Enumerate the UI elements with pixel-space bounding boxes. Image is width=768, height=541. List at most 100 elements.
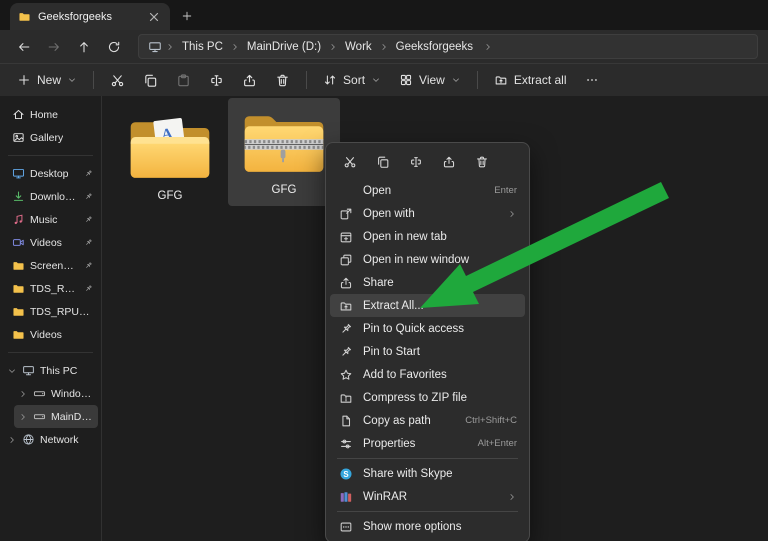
sidebar-tree-item[interactable]: Windows (C:) xyxy=(14,382,98,405)
this-pc-icon xyxy=(148,40,162,54)
sidebar-item[interactable]: Downloads xyxy=(3,185,98,208)
sort-button-label: Sort xyxy=(343,73,365,87)
extract-all-label: Extract all xyxy=(514,73,567,87)
new-window-icon xyxy=(338,252,353,267)
paste-button[interactable] xyxy=(168,67,199,94)
chevron-right-icon[interactable] xyxy=(18,389,28,399)
chevron-down-icon[interactable] xyxy=(7,366,17,376)
sidebar-item[interactable]: TDS_RPU_5.1 xyxy=(3,277,98,300)
context-menu-item[interactable]: Pin to Quick access xyxy=(330,317,525,340)
sidebar-item[interactable]: Music xyxy=(3,208,98,231)
folder-icon xyxy=(12,282,25,295)
context-menu-item[interactable]: Copy as path Ctrl+Shift+C xyxy=(330,409,525,432)
up-button[interactable] xyxy=(70,34,97,60)
back-arrow-icon xyxy=(17,40,31,54)
extract-all-button[interactable]: Extract all xyxy=(486,67,575,94)
navigation-bar: This PC MainDrive (D:) Work Geeksforgeek… xyxy=(0,30,768,63)
address-bar[interactable]: This PC MainDrive (D:) Work Geeksforgeek… xyxy=(138,34,758,59)
toolbar-separator xyxy=(306,71,307,89)
sidebar-item[interactable]: TDS_RPU_5.0 xyxy=(3,300,98,323)
back-button[interactable] xyxy=(10,34,37,60)
folder-icon xyxy=(12,305,25,318)
document-folder-icon: A xyxy=(124,113,216,187)
see-more-button[interactable] xyxy=(577,67,607,94)
context-menu-items: Open Enter Open with Open in new tab Op xyxy=(330,179,525,538)
breadcrumb-item[interactable]: MainDrive (D:) xyxy=(243,40,325,54)
menu-item-label: Compress to ZIP file xyxy=(363,392,509,404)
context-menu-item[interactable]: Extract All... xyxy=(330,294,525,317)
folder-icon xyxy=(12,328,25,341)
chevron-right-icon[interactable] xyxy=(18,412,28,422)
breadcrumb-item[interactable]: Geeksforgeeks xyxy=(392,40,477,54)
file-explorer-window: { "window": { "tab_title": "Geeksforgeek… xyxy=(0,0,768,541)
sidebar-item[interactable]: Screenshots xyxy=(3,254,98,277)
context-menu-item[interactable]: Share xyxy=(330,271,525,294)
file-name: GFG xyxy=(158,190,183,202)
sidebar-item[interactable]: Gallery xyxy=(3,126,98,149)
menu-item-label: Pin to Quick access xyxy=(363,323,509,335)
forward-button[interactable] xyxy=(40,34,67,60)
context-menu-item[interactable]: WinRAR xyxy=(330,485,525,508)
menu-item-label: Open in new window xyxy=(363,254,509,266)
sidebar-item[interactable]: Desktop xyxy=(3,162,98,185)
context-menu-item[interactable]: Compress to ZIP file xyxy=(330,386,525,409)
file-tile[interactable]: A GFG xyxy=(114,104,226,212)
context-menu-item[interactable]: Open Enter xyxy=(330,179,525,202)
pin-icon xyxy=(338,344,353,359)
view-button[interactable]: View xyxy=(391,67,469,94)
more-options-icon xyxy=(338,519,353,534)
quick-action-button[interactable] xyxy=(403,150,429,174)
new-button[interactable]: New xyxy=(9,67,85,94)
context-menu-item[interactable]: Show more options xyxy=(330,515,525,538)
view-button-label: View xyxy=(419,73,445,87)
sidebar-tree-item[interactable]: Network xyxy=(3,428,98,451)
breadcrumb-segment: Geeksforgeeks xyxy=(379,40,477,54)
gallery-icon xyxy=(12,131,25,144)
menu-item-label: Open xyxy=(363,185,486,197)
menu-separator xyxy=(337,458,518,459)
zip-folder-icon xyxy=(238,107,330,181)
copy-button[interactable] xyxy=(135,67,166,94)
quick-action-button[interactable] xyxy=(436,150,462,174)
context-menu: Open Enter Open with Open in new tab Op xyxy=(325,142,530,541)
ellipsis-icon xyxy=(585,73,599,87)
cut-button[interactable] xyxy=(102,67,133,94)
context-menu-item[interactable]: S Share with Skype xyxy=(330,462,525,485)
share-button[interactable] xyxy=(234,67,265,94)
sidebar-item[interactable]: Videos xyxy=(3,231,98,254)
pin-icon xyxy=(84,261,93,270)
new-tab-button[interactable] xyxy=(174,3,200,29)
breadcrumb-item[interactable]: This PC xyxy=(178,40,227,54)
toolbar-separator xyxy=(93,71,94,89)
menu-item-label: Share with Skype xyxy=(363,468,509,480)
monitor-icon xyxy=(12,167,25,180)
refresh-button[interactable] xyxy=(100,34,127,60)
rename-button[interactable] xyxy=(201,67,232,94)
sort-button[interactable]: Sort xyxy=(315,67,389,94)
context-menu-item[interactable]: Add to Favorites xyxy=(330,363,525,386)
context-menu-item[interactable]: Properties Alt+Enter xyxy=(330,432,525,455)
explorer-tab[interactable]: Geeksforgeeks xyxy=(10,3,170,30)
rename-icon xyxy=(209,73,224,88)
context-menu-item[interactable]: Pin to Start xyxy=(330,340,525,363)
paste-icon xyxy=(176,73,191,88)
file-tile[interactable]: GFG xyxy=(228,98,340,206)
sidebar-tree-item[interactable]: This PC xyxy=(3,359,98,382)
context-menu-item[interactable]: Open in new window xyxy=(330,248,525,271)
context-menu-item[interactable]: Open with xyxy=(330,202,525,225)
quick-action-button[interactable] xyxy=(469,150,495,174)
breadcrumb-item[interactable]: Work xyxy=(341,40,376,54)
quick-action-button[interactable] xyxy=(370,150,396,174)
refresh-icon xyxy=(107,40,121,54)
sidebar-tree-item[interactable]: MainDrive (D:) xyxy=(14,405,98,428)
quick-action-button[interactable] xyxy=(337,150,363,174)
close-tab-icon[interactable] xyxy=(146,9,162,25)
context-menu-item[interactable]: Open in new tab xyxy=(330,225,525,248)
menu-item-shortcut: Ctrl+Shift+C xyxy=(465,415,517,426)
sidebar-item[interactable]: Home xyxy=(3,103,98,126)
menu-item-label: Share xyxy=(363,277,509,289)
sidebar-item[interactable]: Videos xyxy=(3,323,98,346)
pin-icon xyxy=(84,284,93,293)
delete-button[interactable] xyxy=(267,67,298,94)
chevron-right-icon[interactable] xyxy=(7,435,17,445)
